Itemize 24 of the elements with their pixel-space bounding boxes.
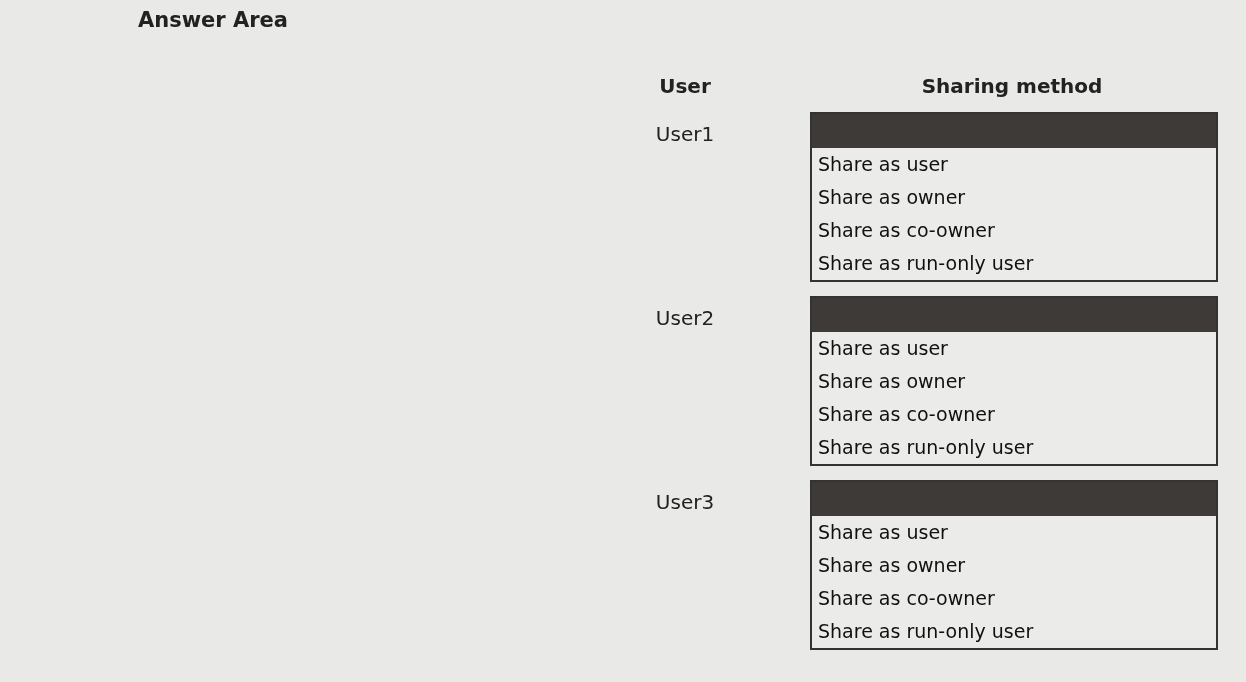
column-header: User (658, 73, 712, 100)
user-label: User2 (655, 305, 715, 330)
answer-area-heading: Answer Area (138, 8, 290, 34)
dropdown-option[interactable]: Share as owner (812, 365, 1216, 398)
dropdown-option[interactable]: Share as co-owner (812, 582, 1216, 615)
user-label: User3 (655, 489, 715, 514)
dropdown-option[interactable]: Share as run-only user (812, 247, 1216, 280)
dropdown-list[interactable]: Share as user Share as owner Share as co-owner Share as run-only user (810, 480, 1218, 650)
dropdown-list[interactable]: Share as user Share as owner Share as co-owner Share as run-only user (810, 296, 1218, 466)
dropdown-option[interactable]: Share as user (812, 148, 1216, 181)
dropdown-option[interactable]: Share as owner (812, 181, 1216, 214)
dropdown-option[interactable]: Share as co-owner (812, 398, 1216, 431)
dropdown-option[interactable]: Share as run-only user (812, 431, 1216, 464)
dropdown-header[interactable] (812, 114, 1216, 148)
dropdown-option[interactable]: Share as owner (812, 549, 1216, 582)
column-header: Sharing method (920, 73, 1104, 100)
dropdown-option[interactable]: Share as user (812, 516, 1216, 549)
dropdown-header[interactable] (812, 482, 1216, 516)
dropdown-option[interactable]: Share as user (812, 332, 1216, 365)
dropdown-list[interactable]: Share as user Share as owner Share as co-owner Share as run-only user (810, 112, 1218, 282)
dropdown-option[interactable]: Share as run-only user (812, 615, 1216, 648)
user-label: User1 (655, 121, 715, 146)
dropdown-header[interactable] (812, 298, 1216, 332)
dropdown-option[interactable]: Share as co-owner (812, 214, 1216, 247)
